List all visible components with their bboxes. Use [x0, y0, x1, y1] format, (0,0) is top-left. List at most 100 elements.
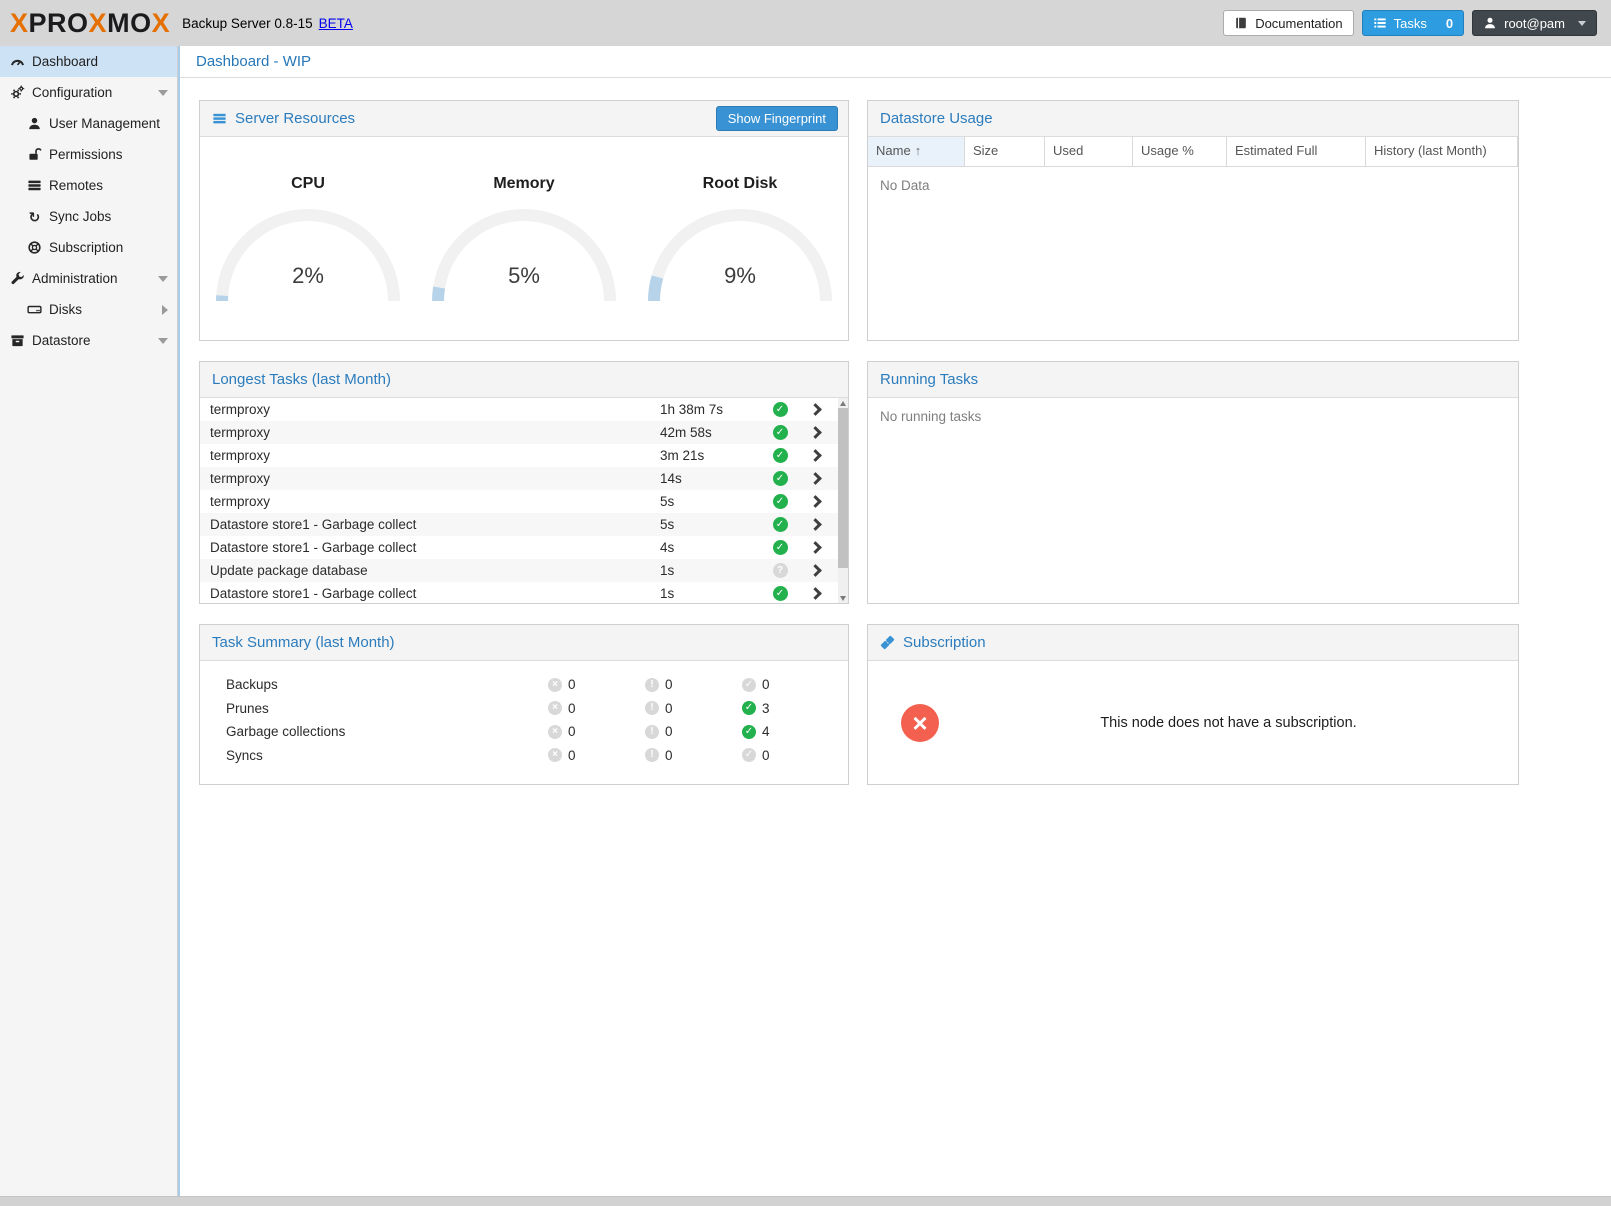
- list-icon: [1373, 16, 1387, 30]
- task-summary-panel: Task Summary (last Month) Backups×0!0✓0P…: [199, 624, 849, 785]
- logo-letter: P: [29, 10, 48, 37]
- subscription-panel: Subscription × This node does not have a…: [867, 624, 1519, 785]
- chevron-down-icon: [1578, 21, 1586, 26]
- summary-row-garbage-collections: Garbage collections×0!0✓4: [200, 720, 848, 744]
- task-row[interactable]: Update package database1s?: [200, 559, 838, 582]
- scrollbar-up-button[interactable]: [838, 398, 848, 408]
- column-header-history-last-month[interactable]: History (last Month): [1366, 137, 1518, 166]
- warning-count-icon: !: [645, 701, 659, 715]
- task-row[interactable]: Datastore store1 - Garbage collect4s✓: [200, 536, 838, 559]
- subscription-title: Subscription: [903, 634, 986, 651]
- chevron-right-icon[interactable]: [809, 403, 822, 416]
- warning-count-icon: !: [645, 678, 659, 692]
- chevron-right-icon[interactable]: [809, 495, 822, 508]
- sync-icon: ↻: [27, 209, 42, 224]
- unlock-icon: [27, 147, 42, 162]
- column-header-label: Estimated Full: [1235, 143, 1317, 158]
- longest-tasks-panel: Longest Tasks (last Month) termproxy1h 3…: [199, 361, 849, 604]
- resource-gauges: CPU2%Memory5%Root Disk9%: [200, 137, 848, 340]
- logo-letter: O: [130, 10, 152, 37]
- documentation-label: Documentation: [1255, 16, 1342, 31]
- status-ok-icon: ✓: [773, 586, 788, 601]
- sidebar-item-user-management[interactable]: User Management: [0, 108, 177, 139]
- task-row[interactable]: Datastore store1 - Garbage collect5s✓: [200, 513, 838, 536]
- sidebar-item-administration[interactable]: Administration: [0, 263, 177, 294]
- product-version: Backup Server 0.8-15: [182, 16, 313, 31]
- chevron-right-icon[interactable]: [809, 587, 822, 600]
- summary-row-backups: Backups×0!0✓0: [200, 673, 848, 697]
- sidebar-item-subscription[interactable]: Subscription: [0, 232, 177, 263]
- datastore-table-header: Name↑ Size UsedUsage % Estimated Full Histor…: [868, 137, 1518, 167]
- task-summary-header: Task Summary (last Month): [200, 625, 848, 661]
- column-header-name[interactable]: Name↑: [868, 137, 965, 166]
- sidebar-item-label: User Management: [49, 116, 160, 131]
- error-count: 0: [568, 720, 576, 744]
- sidebar-item-configuration[interactable]: Configuration: [0, 77, 177, 108]
- sidebar-item-permissions[interactable]: Permissions: [0, 139, 177, 170]
- show-fingerprint-button[interactable]: Show Fingerprint: [716, 106, 838, 131]
- ok-count: 4: [762, 720, 770, 744]
- scrollbar-thumb[interactable]: [838, 408, 848, 568]
- task-row[interactable]: termproxy14s✓: [200, 467, 838, 490]
- root-disk-gauge: Root Disk9%: [640, 175, 840, 340]
- scrollbar[interactable]: [838, 398, 848, 603]
- summary-row-prunes: Prunes×0!0✓3: [200, 697, 848, 721]
- column-header-size[interactable]: Size: [965, 137, 1045, 166]
- ok-count: 0: [762, 744, 770, 768]
- ok-count: 3: [762, 697, 770, 721]
- gauge-label: CPU: [208, 175, 408, 193]
- chevron-right-icon[interactable]: [809, 426, 822, 439]
- sidebar-item-dashboard[interactable]: Dashboard: [0, 46, 177, 77]
- wrench-icon: [10, 271, 25, 286]
- beta-link[interactable]: BETA: [319, 16, 353, 31]
- subscription-message: This node does not have a subscription.: [939, 715, 1518, 731]
- column-header-label: Name: [876, 143, 911, 158]
- summary-label: Garbage collections: [200, 724, 345, 739]
- gauge-arc: 9%: [640, 203, 840, 310]
- warning-count: 0: [665, 744, 673, 768]
- task-row[interactable]: Datastore store1 - Garbage collect1s✓: [200, 582, 838, 603]
- task-row[interactable]: termproxy1h 38m 7s✓: [200, 398, 838, 421]
- logo-letter: X: [10, 10, 29, 37]
- ok-count-icon: ✓: [742, 678, 756, 692]
- svg-text:2%: 2%: [292, 263, 324, 288]
- column-header-usage[interactable]: Usage %: [1133, 137, 1227, 166]
- column-header-label: Size: [973, 143, 998, 158]
- datastore-empty-text: No Data: [868, 167, 1518, 204]
- documentation-button[interactable]: Documentation: [1223, 10, 1353, 36]
- logo-letter: O: [67, 10, 89, 37]
- logo-letter: X: [89, 10, 108, 37]
- chevron-right-icon[interactable]: [809, 472, 822, 485]
- chevron-right-icon[interactable]: [809, 564, 822, 577]
- scrollbar-down-button[interactable]: [838, 593, 848, 603]
- chevron-right-icon[interactable]: [809, 449, 822, 462]
- user-icon: [1483, 16, 1497, 30]
- topbar-buttons: Documentation Tasks 0 root@pam: [1223, 10, 1597, 36]
- sidebar-item-label: Configuration: [32, 85, 112, 100]
- sidebar-item-sync-jobs[interactable]: ↻Sync Jobs: [0, 201, 177, 232]
- task-row[interactable]: termproxy42m 58s✓: [200, 421, 838, 444]
- sidebar-item-disks[interactable]: Disks: [0, 294, 177, 325]
- sidebar-item-remotes[interactable]: Remotes: [0, 170, 177, 201]
- longest-tasks-list: termproxy1h 38m 7s✓termproxy42m 58s✓term…: [200, 398, 848, 603]
- logo-letter: X: [152, 10, 171, 37]
- sidebar-item-label: Permissions: [49, 147, 123, 162]
- task-name: Datastore store1 - Garbage collect: [210, 586, 660, 601]
- warning-count: 0: [665, 697, 673, 721]
- column-header-used[interactable]: Used: [1045, 137, 1133, 166]
- chevron-right-icon[interactable]: [809, 518, 822, 531]
- expand-arrow-icon: [162, 305, 168, 315]
- main-content: Dashboard - WIP Server Resources Show Fi…: [178, 46, 1611, 1196]
- user-menu-button[interactable]: root@pam: [1472, 10, 1597, 36]
- status-ok-icon: ✓: [773, 494, 788, 509]
- sidebar-item-datastore[interactable]: Datastore: [0, 325, 177, 356]
- gauge-arc: 5%: [424, 203, 624, 310]
- tasks-button[interactable]: Tasks 0: [1362, 10, 1464, 36]
- task-row[interactable]: termproxy3m 21s✓: [200, 444, 838, 467]
- chevron-right-icon[interactable]: [809, 541, 822, 554]
- column-header-estimated-full[interactable]: Estimated Full: [1227, 137, 1366, 166]
- task-name: termproxy: [210, 402, 660, 417]
- task-name: Update package database: [210, 563, 660, 578]
- summary-label: Backups: [200, 677, 278, 692]
- task-row[interactable]: termproxy5s✓: [200, 490, 838, 513]
